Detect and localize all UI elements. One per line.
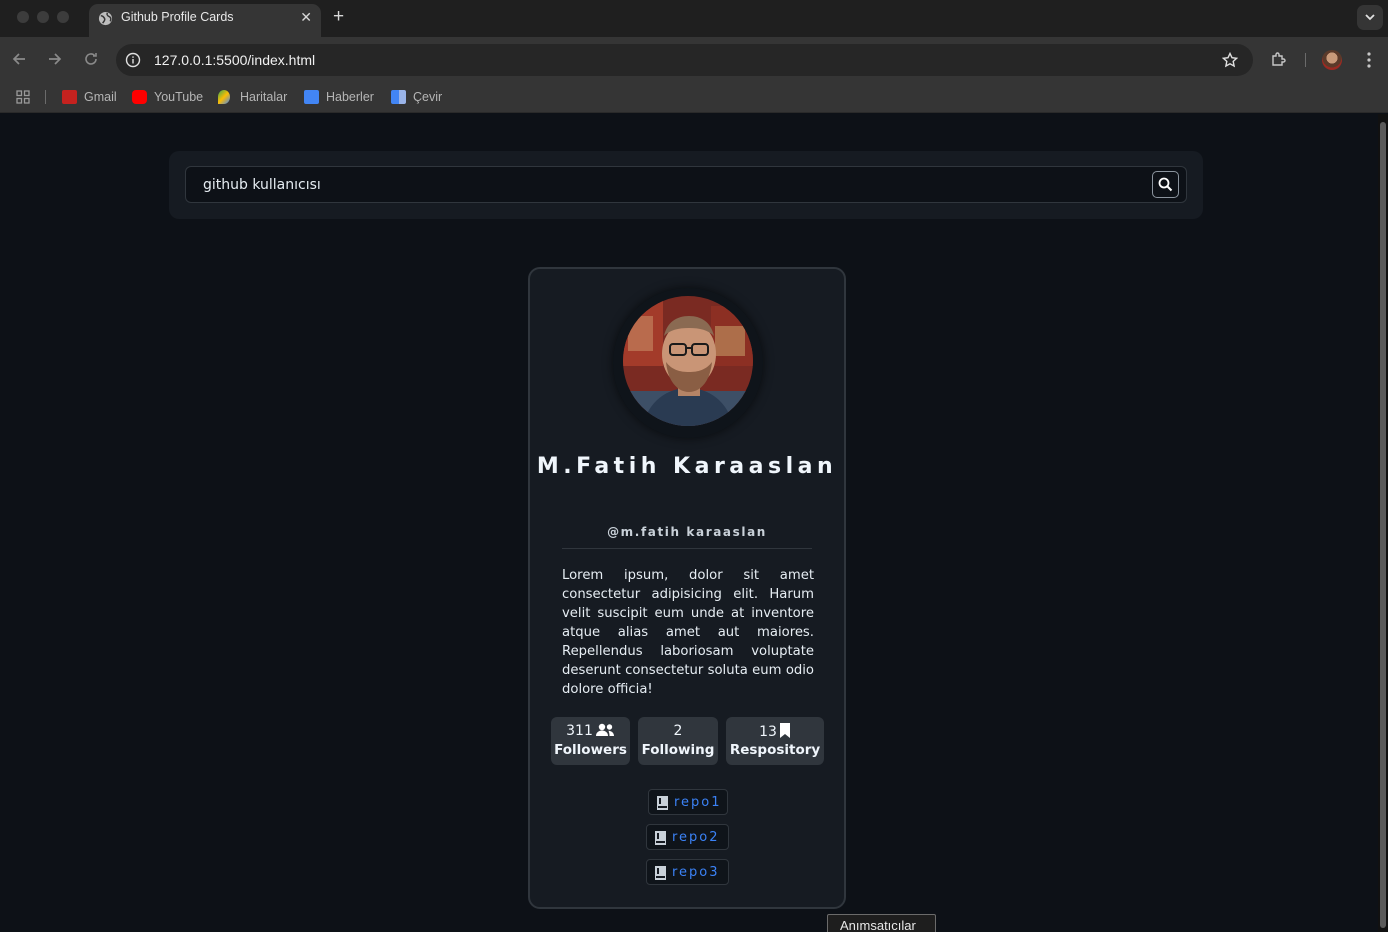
bookmark-label: Gmail [84, 90, 117, 104]
gmail-icon [62, 90, 77, 104]
repo-link-1[interactable]: repo1 [648, 789, 728, 815]
close-tab-icon[interactable]: ✕ [300, 10, 312, 24]
news-icon [304, 90, 319, 104]
browser-toolbar: 127.0.0.1:5500/index.html [0, 37, 1388, 81]
search-panel [169, 151, 1203, 219]
user-name: M.Fatih Karaaslan [536, 454, 838, 479]
maximize-window-button[interactable] [57, 11, 69, 23]
toolbar-separator [1305, 53, 1306, 67]
back-arrow-icon[interactable] [11, 51, 27, 67]
minimize-window-button[interactable] [37, 11, 49, 23]
following-count: 2 [673, 723, 683, 739]
bookmark-label: Çevir [413, 90, 443, 104]
bookmark-label: Haberler [326, 90, 374, 104]
scrollbar-thumb[interactable] [1380, 122, 1386, 928]
profile-avatar[interactable] [1322, 50, 1342, 70]
repo-name[interactable]: repo1 [674, 795, 722, 810]
tab-search-button[interactable] [1357, 5, 1383, 30]
divider [562, 548, 812, 549]
stat-label: Followers [554, 742, 627, 758]
stat-value: 13 [726, 723, 824, 740]
stat-repositories: 13 Respository [726, 717, 824, 765]
stat-followers: 311 Followers [551, 717, 630, 765]
new-tab-button[interactable]: + [333, 7, 344, 26]
repo-name[interactable]: repo3 [672, 865, 720, 880]
search-box [185, 166, 1187, 203]
globe-icon [98, 11, 113, 26]
repo-icon [657, 796, 668, 810]
repo-icon [655, 831, 666, 845]
site-info-icon[interactable] [125, 52, 141, 68]
more-menu-icon[interactable] [1367, 52, 1371, 68]
bookmarks-bar: Gmail YouTube Haritalar Haberler Çevir [0, 81, 1388, 113]
chevron-down-icon [1365, 14, 1375, 21]
url-text[interactable]: 127.0.0.1:5500/index.html [154, 52, 315, 68]
search-icon [1158, 177, 1173, 192]
stat-label: Following [641, 742, 715, 758]
active-tab[interactable]: Github Profile Cards ✕ [89, 4, 321, 37]
maps-icon [218, 90, 230, 104]
bookmark-icon [779, 723, 790, 738]
tooltip: Anımsatıcılar [827, 914, 936, 932]
user-bio: Lorem ipsum, dolor sit amet consectetur … [562, 568, 814, 697]
bookmark-label: YouTube [154, 90, 204, 104]
tab-strip: Github Profile Cards ✕ + [0, 0, 1388, 37]
extensions-puzzle-icon[interactable] [1270, 51, 1287, 68]
apps-grid-icon[interactable] [16, 90, 30, 104]
page-viewport: M.Fatih Karaaslan @m.fatih karaaslan Lor… [0, 114, 1388, 932]
users-icon [595, 723, 614, 736]
stat-following: 2 Following [638, 717, 718, 765]
repo-link-3[interactable]: repo3 [646, 859, 729, 885]
tab-title: Github Profile Cards [121, 10, 234, 24]
bookmarks-separator [45, 90, 46, 104]
forward-arrow-icon[interactable] [47, 51, 63, 67]
avatar [623, 296, 753, 426]
stat-value: 311 [551, 723, 630, 739]
search-button[interactable] [1152, 171, 1179, 198]
repo-name[interactable]: repo2 [672, 830, 720, 845]
address-bar[interactable]: 127.0.0.1:5500/index.html [116, 44, 1253, 76]
search-input[interactable] [186, 167, 1146, 202]
repository-count: 13 [759, 724, 777, 740]
user-handle: @m.fatih karaaslan [607, 525, 767, 539]
translate-icon [391, 90, 406, 104]
close-window-button[interactable] [17, 11, 29, 23]
reload-icon[interactable] [83, 51, 99, 67]
bookmark-label: Haritalar [240, 90, 288, 104]
avatar-frame [613, 288, 763, 438]
youtube-icon [132, 90, 147, 104]
stat-label: Respository [729, 742, 821, 758]
bookmark-star-icon[interactable] [1222, 52, 1238, 68]
scrollbar[interactable] [1378, 114, 1388, 932]
profile-card: M.Fatih Karaaslan @m.fatih karaaslan Lor… [528, 267, 846, 909]
repo-link-2[interactable]: repo2 [646, 824, 729, 850]
followers-count: 311 [566, 723, 593, 739]
repo-icon [655, 866, 666, 880]
